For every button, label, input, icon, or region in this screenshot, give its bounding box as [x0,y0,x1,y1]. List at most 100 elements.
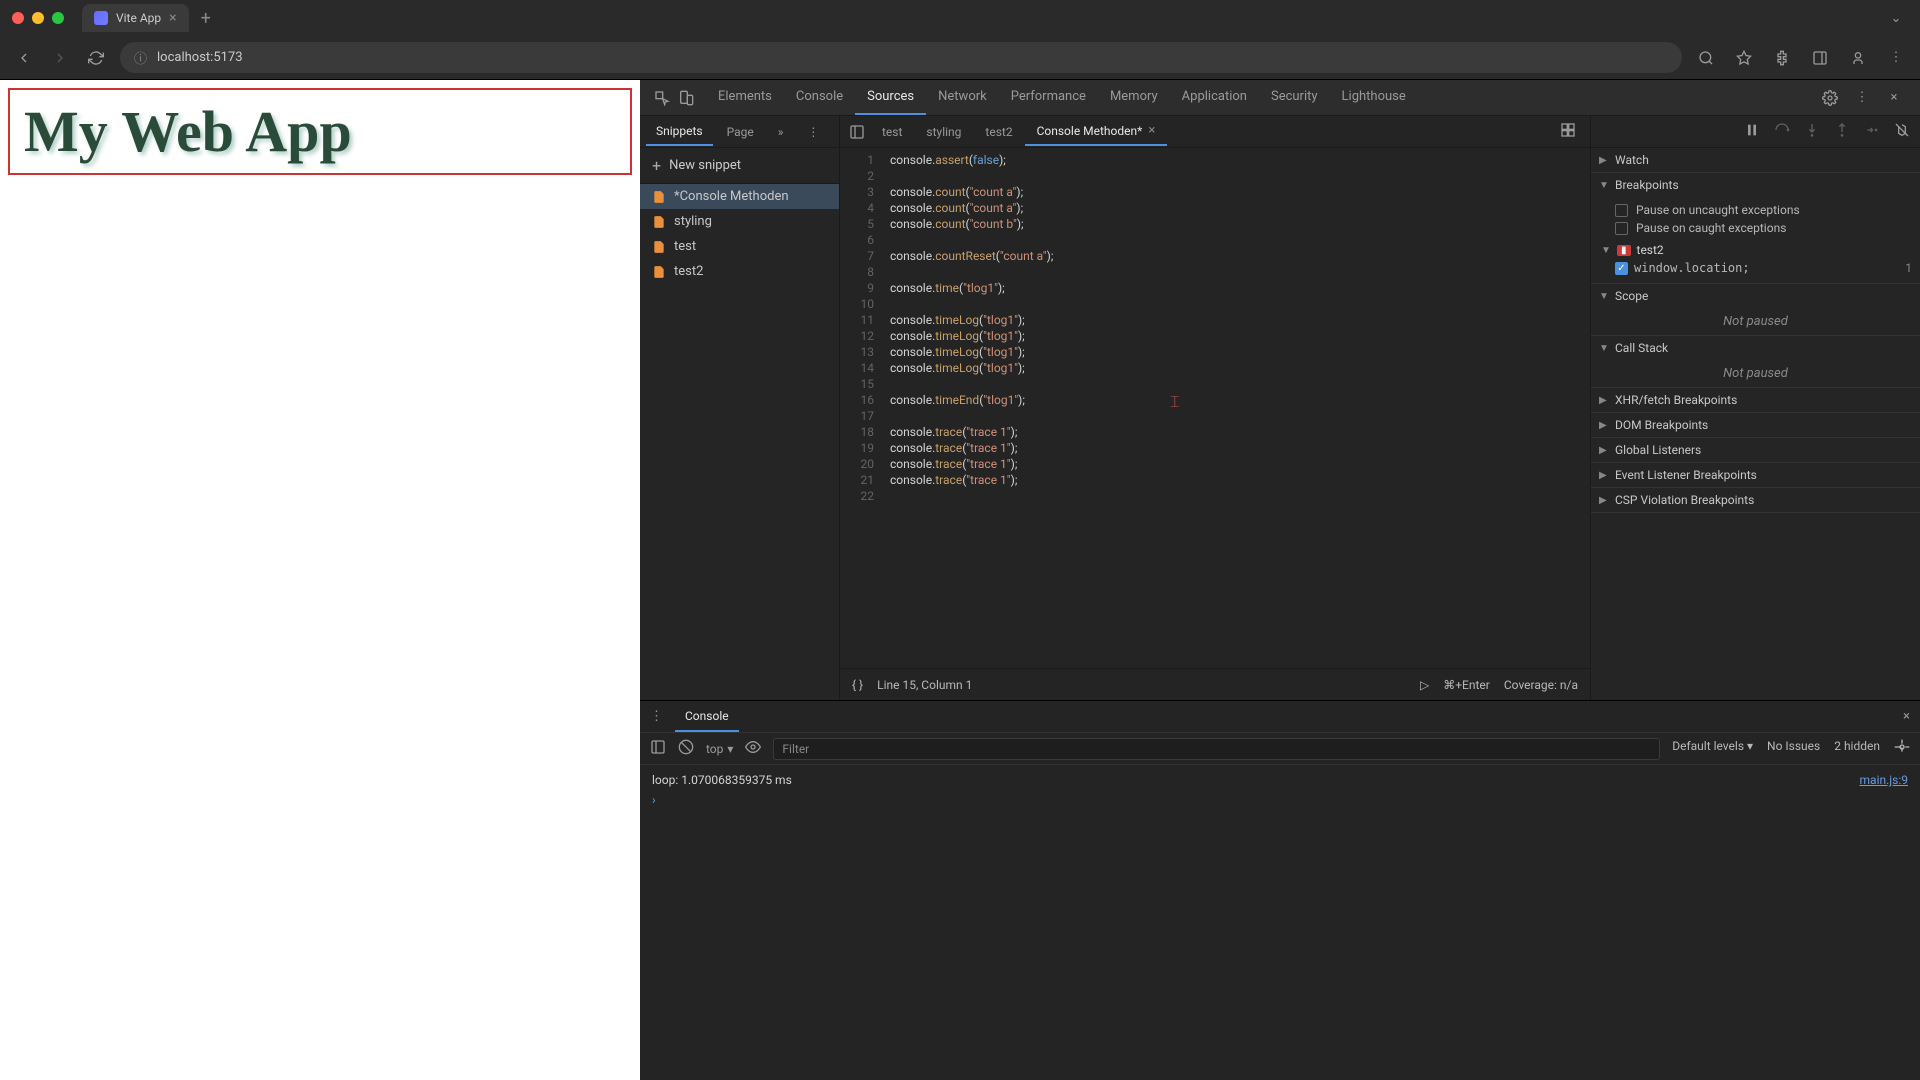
snippet-item[interactable]: test2 [640,259,839,284]
console-prompt[interactable]: › [652,789,1908,811]
step-out-icon[interactable] [1834,122,1850,142]
profile-icon[interactable] [1846,46,1870,70]
scope-not-paused: Not paused [1591,308,1920,335]
message-source-link[interactable]: main.js:9 [1860,773,1908,787]
cursor-position: Line 15, Column 1 [877,678,972,692]
snippet-item[interactable]: *Console Methoden [640,184,839,209]
scope-section[interactable]: ▼Scope [1591,284,1920,308]
devtools-tab-performance[interactable]: Performance [999,80,1098,115]
run-icon[interactable]: ▷ [1420,678,1429,692]
console-tab[interactable]: Console [675,702,739,732]
issues-indicator[interactable]: No Issues [1767,739,1820,758]
title-bar: Vite App × + ⌄ [0,0,1920,36]
forward-button[interactable] [48,46,72,70]
csp-section[interactable]: ▶CSP Violation Breakpoints [1591,488,1920,512]
tab-close-icon[interactable]: × [169,10,176,26]
window-maximize-button[interactable] [52,12,64,24]
pause-caught-checkbox[interactable]: Pause on caught exceptions [1615,219,1912,237]
breakpoint-item[interactable]: ✓window.location;1 [1615,259,1912,277]
menu-icon[interactable]: ⋮ [1884,46,1908,70]
code-content: ⌶ console.assert(false); console.count("… [890,152,1590,664]
callstack-section[interactable]: ▼Call Stack [1591,336,1920,360]
device-toggle-icon[interactable] [676,88,696,108]
bookmark-icon[interactable] [1732,46,1756,70]
browser-toolbar: ⓘ localhost:5173 ⋮ [0,36,1920,80]
close-devtools-icon[interactable]: × [1884,88,1904,108]
dom-section[interactable]: ▶DOM Breakpoints [1591,413,1920,437]
coverage-status: Coverage: n/a [1504,678,1578,692]
console-output[interactable]: loop: 1.070068359375 ms main.js:9 › [640,765,1920,1080]
snippet-item[interactable]: test [640,234,839,259]
devtools-tab-console[interactable]: Console [784,80,855,115]
editor-tab[interactable]: test [870,117,914,146]
line-numbers: 12345678910111213141516171819202122 [840,152,890,664]
code-editor[interactable]: 12345678910111213141516171819202122 ⌶ co… [840,148,1590,668]
breakpoint-group[interactable]: ▼▮test2 [1601,241,1912,259]
step-icon[interactable] [1864,122,1880,142]
snippet-icon [652,215,666,229]
new-snippet-label: New snippet [669,158,741,173]
format-icon[interactable] [1560,122,1576,142]
pretty-print-icon[interactable]: { } [852,678,863,692]
url-bar[interactable]: ⓘ localhost:5173 [120,42,1682,73]
sources-navigator: Snippets Page » ⋮ + New snippet *Console… [640,116,840,700]
tab-strip: Vite App × + [82,4,1876,32]
inspect-icon[interactable] [652,88,672,108]
console-menu-icon[interactable]: ⋮ [650,709,663,724]
log-levels-selector[interactable]: Default levels ▾ [1672,739,1753,758]
devtools-tab-security[interactable]: Security [1259,80,1330,115]
step-over-icon[interactable] [1774,122,1790,142]
debugger-pane: ▶Watch ▼Breakpoints Pause on uncaught ex… [1590,116,1920,700]
chevron-down-icon[interactable]: ⌄ [1884,6,1908,30]
close-tab-icon[interactable]: × [1148,123,1155,138]
toggle-navigator-icon[interactable] [846,124,868,140]
text-cursor-icon: ⌶ [1170,394,1180,410]
sidepanel-icon[interactable] [1808,46,1832,70]
step-into-icon[interactable] [1804,122,1820,142]
event-section[interactable]: ▶Event Listener Breakpoints [1591,463,1920,487]
zoom-icon[interactable] [1694,46,1718,70]
global-section[interactable]: ▶Global Listeners [1591,438,1920,462]
devtools-tab-sources[interactable]: Sources [855,80,926,115]
filter-input[interactable]: Filter [773,738,1660,760]
devtools-tab-lighthouse[interactable]: Lighthouse [1330,80,1418,115]
more-icon[interactable]: ⋮ [1852,88,1872,108]
live-expression-icon[interactable] [745,739,761,759]
xhr-section[interactable]: ▶XHR/fetch Breakpoints [1591,388,1920,412]
context-selector[interactable]: top▾ [706,742,733,756]
subtab-page[interactable]: Page [717,119,764,145]
site-info-icon[interactable]: ⓘ [134,48,147,67]
pause-icon[interactable] [1744,122,1760,142]
console-message: loop: 1.070068359375 ms main.js:9 [652,771,1908,789]
deactivate-breakpoints-icon[interactable] [1894,122,1910,142]
more-icon[interactable]: ⋮ [797,119,829,145]
reload-button[interactable] [84,46,108,70]
extensions-icon[interactable] [1770,46,1794,70]
more-tabs-icon[interactable]: » [768,119,794,145]
devtools-tab-network[interactable]: Network [926,80,999,115]
console-sidebar-toggle-icon[interactable] [650,739,666,759]
browser-tab[interactable]: Vite App × [82,4,189,32]
devtools-tab-elements[interactable]: Elements [706,80,784,115]
window-close-button[interactable] [12,12,24,24]
editor-tab[interactable]: test2 [973,117,1024,146]
snippet-item[interactable]: styling [640,209,839,234]
devtools-tab-application[interactable]: Application [1170,80,1259,115]
subtab-snippets[interactable]: Snippets [646,118,713,146]
hidden-count[interactable]: 2 hidden [1834,739,1880,758]
new-snippet-button[interactable]: + New snippet [640,148,839,184]
devtools-tab-memory[interactable]: Memory [1098,80,1170,115]
console-settings-icon[interactable] [1894,739,1910,758]
settings-icon[interactable] [1820,88,1840,108]
pause-uncaught-checkbox[interactable]: Pause on uncaught exceptions [1615,201,1912,219]
clear-console-icon[interactable] [678,739,694,759]
devtools-panel: ElementsConsoleSourcesNetworkPerformance… [640,80,1920,1080]
window-minimize-button[interactable] [32,12,44,24]
breakpoints-section[interactable]: ▼Breakpoints [1591,173,1920,197]
back-button[interactable] [12,46,36,70]
editor-tab[interactable]: Console Methoden*× [1025,117,1168,146]
console-close-icon[interactable]: × [1903,709,1910,724]
editor-tab[interactable]: styling [914,117,973,146]
watch-section[interactable]: ▶Watch [1591,148,1920,172]
new-tab-button[interactable]: + [193,8,219,29]
